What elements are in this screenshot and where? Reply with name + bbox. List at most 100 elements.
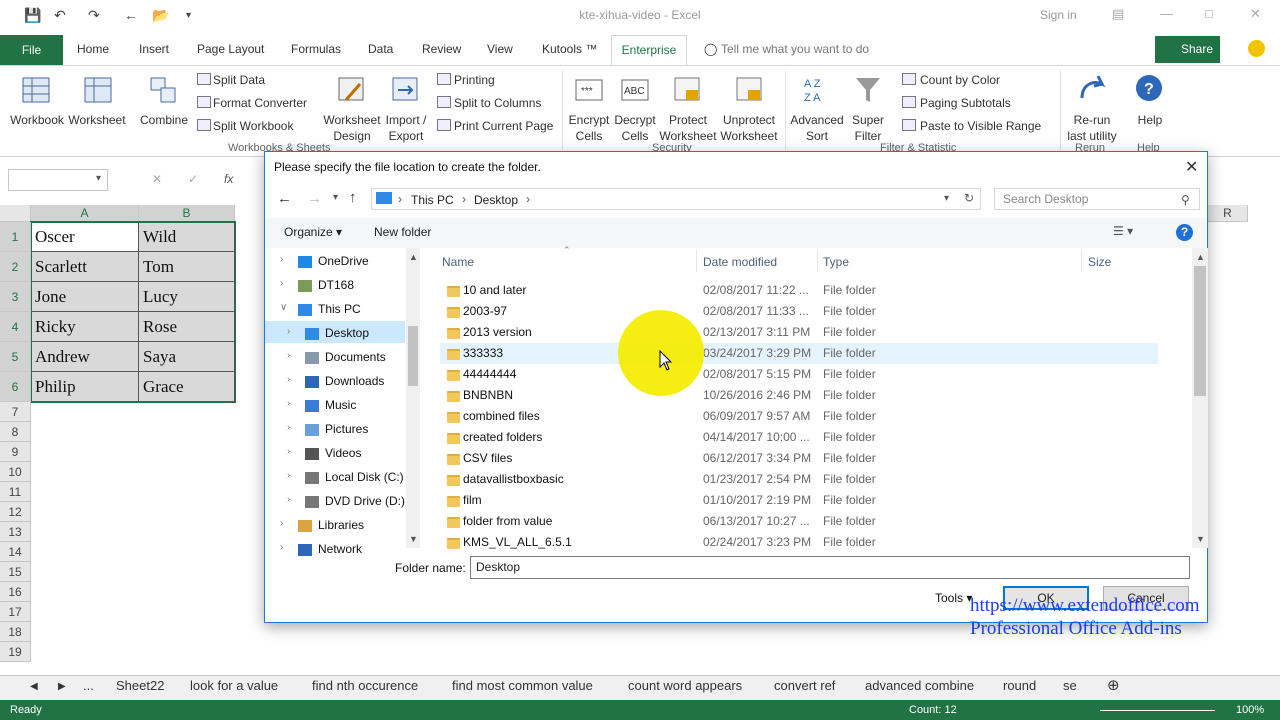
nav-item[interactable]: Local Disk (C:) bbox=[325, 470, 404, 484]
row-header[interactable]: 1 bbox=[0, 222, 31, 252]
file-name[interactable]: film bbox=[463, 493, 482, 507]
sheet-tab[interactable]: find most common value bbox=[452, 678, 593, 693]
sign-in-link[interactable]: Sign in bbox=[1040, 8, 1077, 22]
cell-first-name[interactable]: Ricky bbox=[31, 312, 139, 342]
nav-item[interactable]: Pictures bbox=[325, 422, 368, 436]
worksheet-design-button[interactable]: Worksheet Design bbox=[320, 112, 384, 144]
file-name[interactable]: BNBNBN bbox=[463, 388, 513, 402]
nav-item[interactable]: Documents bbox=[325, 350, 386, 364]
import-export-button[interactable]: Import / Export bbox=[378, 112, 434, 144]
nav-expand-icon[interactable]: › bbox=[287, 422, 290, 433]
sheet-tab[interactable]: count word appears bbox=[628, 678, 742, 693]
scroll-sheets-left-icon[interactable]: ◀ bbox=[30, 681, 38, 692]
file-type[interactable]: File folder bbox=[823, 535, 876, 549]
file-name[interactable]: 2003-97 bbox=[463, 304, 507, 318]
nav-item[interactable]: This PC bbox=[318, 302, 361, 316]
row-header[interactable]: 3 bbox=[0, 282, 31, 312]
nav-scroll-up-icon[interactable]: ▲ bbox=[409, 252, 418, 262]
nav-expand-icon[interactable]: › bbox=[287, 494, 290, 505]
import-export-icon[interactable] bbox=[390, 74, 420, 106]
row-header[interactable]: 13 bbox=[0, 522, 31, 542]
select-all-corner[interactable] bbox=[0, 205, 31, 222]
nav-up-icon[interactable]: ↑ bbox=[349, 189, 357, 206]
paste-to-visible-range-button[interactable]: Paste to Visible Range bbox=[920, 119, 1041, 133]
file-name[interactable]: KMS_VL_ALL_6.5.1 bbox=[463, 535, 572, 549]
file-name[interactable]: datavallistboxbasic bbox=[463, 472, 564, 486]
tools-button[interactable]: Tools ▾ bbox=[935, 591, 972, 605]
row-header[interactable]: 12 bbox=[0, 502, 31, 522]
back-icon[interactable]: ← bbox=[124, 7, 138, 23]
cell-first-name[interactable]: Jone bbox=[31, 282, 139, 312]
column-header-a[interactable]: A bbox=[31, 205, 139, 222]
open-folder-icon[interactable]: 📂 bbox=[152, 7, 169, 24]
nav-expand-icon[interactable]: › bbox=[287, 398, 290, 409]
file-type[interactable]: File folder bbox=[823, 367, 876, 381]
count-by-color-button[interactable]: Count by Color bbox=[920, 73, 1000, 87]
customize-qat-icon[interactable]: ▾ bbox=[186, 10, 191, 21]
column-header-r[interactable]: R bbox=[1208, 205, 1248, 222]
rerun-button[interactable]: Re-run last utility bbox=[1062, 112, 1122, 144]
rerun-icon[interactable] bbox=[1076, 72, 1106, 104]
nav-forward-icon[interactable]: → bbox=[307, 190, 322, 207]
file-name[interactable]: created folders bbox=[463, 430, 542, 444]
file-type[interactable]: File folder bbox=[823, 472, 876, 486]
tab-review[interactable]: Review bbox=[422, 42, 461, 56]
cell-last-name[interactable]: Lucy bbox=[139, 282, 235, 312]
nav-expand-icon[interactable]: › bbox=[280, 518, 283, 529]
tab-data[interactable]: Data bbox=[368, 42, 393, 56]
format-converter-button[interactable]: Format Converter bbox=[213, 96, 307, 110]
sheet-tab[interactable]: round bbox=[1003, 678, 1036, 693]
row-header[interactable]: 8 bbox=[0, 422, 31, 442]
tab-view[interactable]: View bbox=[487, 42, 513, 56]
file-date-modified[interactable]: 06/09/2017 9:57 AM bbox=[703, 409, 810, 423]
file-date-modified[interactable]: 02/08/2017 11:33 ... bbox=[703, 304, 809, 318]
split-to-columns-button[interactable]: Split to Columns bbox=[454, 96, 541, 110]
cell-first-name[interactable]: Scarlett bbox=[31, 252, 139, 282]
new-folder-button[interactable]: New folder bbox=[374, 225, 431, 239]
row-header[interactable]: 15 bbox=[0, 562, 31, 582]
file-name[interactable]: combined files bbox=[463, 409, 540, 423]
nav-scroll-down-icon[interactable]: ▼ bbox=[409, 534, 418, 544]
file-type[interactable]: File folder bbox=[823, 493, 876, 507]
sheet-tab[interactable]: Sheet22 bbox=[116, 678, 164, 693]
name-box-dropdown-icon[interactable]: ▾ bbox=[96, 173, 101, 184]
sheet-tab[interactable]: look for a value bbox=[190, 678, 278, 693]
column-name[interactable]: Name bbox=[442, 255, 474, 269]
cancel-formula-icon[interactable]: ✕ bbox=[152, 172, 162, 186]
smiley-icon[interactable] bbox=[1248, 40, 1265, 57]
file-type[interactable]: File folder bbox=[823, 409, 876, 423]
row-header[interactable]: 5 bbox=[0, 342, 31, 372]
nav-expand-icon[interactable]: › bbox=[287, 350, 290, 361]
dialog-close-icon[interactable]: ✕ bbox=[1185, 157, 1198, 177]
refresh-icon[interactable]: ↻ bbox=[964, 191, 974, 205]
address-bar[interactable]: › This PC › Desktop › ▾ ↻ bbox=[371, 188, 981, 210]
nav-expand-icon[interactable]: › bbox=[287, 374, 290, 385]
file-name[interactable]: CSV files bbox=[463, 451, 512, 465]
decrypt-cells-icon[interactable]: ABC bbox=[620, 74, 650, 106]
add-sheet-icon[interactable]: ⊕ bbox=[1107, 676, 1120, 694]
column-type[interactable]: Type bbox=[823, 255, 849, 269]
save-icon[interactable]: 💾 bbox=[24, 7, 41, 24]
row-header[interactable]: 19 bbox=[0, 642, 31, 662]
file-name[interactable]: 333333 bbox=[463, 346, 503, 360]
zoom-level[interactable]: 100% bbox=[1236, 704, 1264, 716]
cell-last-name[interactable]: Rose bbox=[139, 312, 235, 342]
file-type[interactable]: File folder bbox=[823, 388, 876, 402]
file-name[interactable]: 44444444 bbox=[463, 367, 516, 381]
row-header[interactable]: 11 bbox=[0, 482, 31, 502]
workbook-button[interactable]: Workbook bbox=[8, 112, 66, 128]
help-button[interactable]: Help bbox=[1128, 112, 1172, 128]
tab-page-layout[interactable]: Page Layout bbox=[197, 42, 264, 56]
nav-expand-icon[interactable]: › bbox=[287, 446, 290, 457]
sheet-tab-more[interactable]: ... bbox=[83, 678, 94, 693]
advanced-sort-icon[interactable]: A Z Z A bbox=[802, 74, 832, 106]
minimize-icon[interactable]: — bbox=[1160, 6, 1173, 21]
encrypt-cells-button[interactable]: Encrypt Cells bbox=[566, 112, 612, 144]
encrypt-cells-icon[interactable]: *** bbox=[574, 74, 604, 106]
row-header[interactable]: 16 bbox=[0, 582, 31, 602]
tell-me-input[interactable]: Tell me what you want to do bbox=[721, 42, 869, 56]
nav-expand-icon[interactable]: ∨ bbox=[280, 302, 287, 313]
breadcrumb-desktop[interactable]: Desktop bbox=[474, 193, 518, 207]
file-date-modified[interactable]: 06/13/2017 10:27 ... bbox=[703, 514, 810, 528]
row-header[interactable]: 17 bbox=[0, 602, 31, 622]
